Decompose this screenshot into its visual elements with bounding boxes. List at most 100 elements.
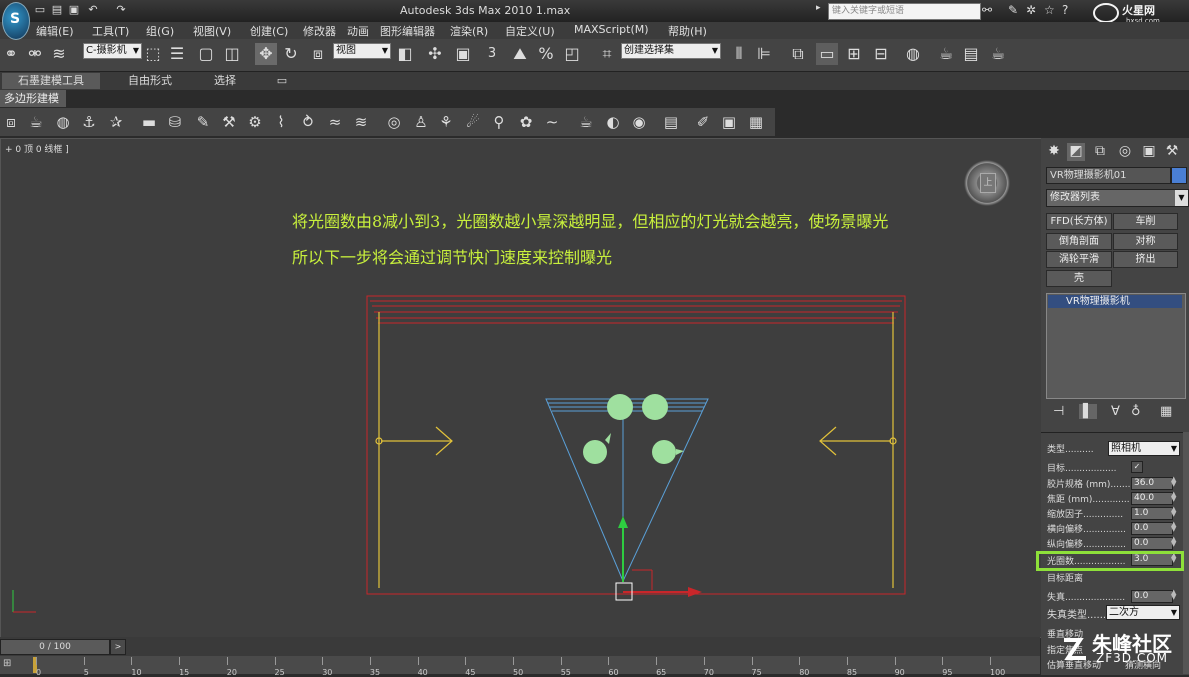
select-by-name-icon[interactable]: ☰	[166, 43, 188, 65]
noise-tool-icon[interactable]: ⚘	[435, 111, 457, 133]
menu-edit[interactable]: 编辑(E)	[36, 23, 74, 39]
modifier-shell-button[interactable]: 壳	[1046, 270, 1112, 287]
film-gate-field[interactable]: 36.0	[1131, 477, 1173, 490]
layer-manager-icon[interactable]: ⧉	[787, 43, 809, 65]
next-frame-icon[interactable]: >	[110, 639, 126, 655]
panel-tool-icon[interactable]: ▤	[660, 111, 682, 133]
ripple-tool-icon[interactable]: ≈	[324, 111, 346, 133]
figure-tool-icon[interactable]: ♙	[410, 111, 432, 133]
rendered-frame-window-icon[interactable]: ▤	[960, 43, 982, 65]
viewcube[interactable]: 上	[964, 160, 1010, 206]
paint-tool-icon[interactable]: ✐	[692, 111, 714, 133]
info-center-search-input[interactable]: 键入关键字或短语	[828, 3, 981, 20]
wave-line-icon[interactable]: ∼	[541, 111, 563, 133]
modifier-extrude-button[interactable]: 挤出	[1113, 251, 1178, 268]
unlink-icon[interactable]: ⚮	[24, 43, 46, 65]
pin-stack-icon[interactable]: ⊣	[1053, 404, 1064, 419]
select-and-move-icon[interactable]: ✥	[255, 43, 277, 65]
make-unique-icon[interactable]: ∀	[1111, 404, 1120, 419]
distortion-spinner[interactable]: ▲ ▼	[1171, 589, 1178, 601]
schematic-view-icon[interactable]: ⊟	[870, 43, 892, 65]
named-selection-dropdown[interactable]: 创建选择集 ▼	[621, 43, 721, 59]
tab-polygon-modeling[interactable]: 多边形建模	[0, 90, 66, 107]
cylinder-tool-icon[interactable]: ⛁	[164, 111, 186, 133]
menu-views[interactable]: 视图(V)	[193, 23, 231, 39]
new-file-icon[interactable]: ▭	[33, 3, 47, 17]
film-gate-spinner[interactable]: ▲ ▼	[1171, 476, 1178, 488]
curve-editor-icon[interactable]: ⊞	[843, 43, 865, 65]
menu-maxscript[interactable]: MAXScript(M)	[574, 23, 649, 36]
favorites-icon[interactable]: ✲	[1026, 3, 1036, 17]
open-file-icon[interactable]: ▤	[50, 3, 64, 17]
binoculars-icon[interactable]: ⚯	[982, 3, 992, 17]
create-panel-icon[interactable]: ✸	[1045, 143, 1063, 161]
modifier-bevel-profile-button[interactable]: 倒角剖面	[1046, 233, 1112, 250]
graphite-toggle-icon[interactable]: ▭	[816, 43, 838, 65]
time-slider[interactable]: 0 / 100	[0, 639, 110, 655]
track-bar-menu-icon[interactable]: ⊞	[3, 658, 11, 669]
flex-tool-icon[interactable]: ⚲	[488, 111, 510, 133]
modifier-list-dropdown[interactable]: 修改器列表 ▼	[1046, 189, 1189, 207]
link-icon[interactable]: ⚭	[0, 43, 22, 65]
menu-graph-editors[interactable]: 图形编辑器	[380, 23, 435, 39]
remove-modifier-icon[interactable]: ♁	[1131, 404, 1141, 419]
object-color-swatch[interactable]	[1171, 167, 1187, 184]
material-editor-icon[interactable]: ◍	[902, 43, 924, 65]
lattice-tool-icon[interactable]: ◉	[628, 111, 650, 133]
gear-icon[interactable]: ⚙	[244, 111, 266, 133]
box-tool-icon[interactable]: ⧈	[0, 111, 22, 133]
relax-tool-icon[interactable]: ◎	[383, 111, 405, 133]
modify-panel-icon[interactable]: ◩	[1067, 143, 1085, 161]
hierarchy-panel-icon[interactable]: ⧉	[1091, 143, 1109, 161]
teapot-tool-icon[interactable]: ☕	[25, 111, 47, 133]
align-icon[interactable]: ⊫	[753, 43, 775, 65]
select-and-scale-icon[interactable]: ⧈	[307, 43, 329, 65]
tab-freeform[interactable]: 自由形式	[110, 73, 190, 89]
grid-tool-icon[interactable]: ▦	[745, 111, 767, 133]
tab-graphite-modeling[interactable]: 石墨建模工具	[2, 73, 100, 89]
menu-animation[interactable]: 动画	[347, 23, 369, 39]
shell-tool-icon[interactable]: ☕	[575, 111, 597, 133]
select-object-icon[interactable]: ⬚	[142, 43, 164, 65]
mirror-icon[interactable]: ⫴	[728, 43, 750, 65]
percent-snap-icon[interactable]: %	[535, 43, 557, 65]
focal-length-field[interactable]: 40.0	[1131, 492, 1173, 505]
sphere-tool-icon[interactable]: ◍	[52, 111, 74, 133]
selection-filter-dropdown[interactable]: C-摄影机 ▼	[83, 43, 142, 59]
bind-space-warp-icon[interactable]: ≋	[48, 43, 70, 65]
plane-tool-icon[interactable]: ▬	[138, 111, 160, 133]
bend-tool-icon[interactable]: ⌇	[270, 111, 292, 133]
configure-sets-icon[interactable]: ▦	[1160, 404, 1172, 419]
horizontal-shift-spinner[interactable]: ▲ ▼	[1171, 521, 1178, 533]
vertical-shift-spinner[interactable]: ▲ ▼	[1171, 536, 1178, 548]
brush-tool-icon[interactable]: ✎	[192, 111, 214, 133]
camera-type-dropdown[interactable]: 照相机 ▼	[1108, 441, 1180, 456]
object-name-field[interactable]: VR物理摄影机01	[1046, 167, 1171, 184]
menu-customize[interactable]: 自定义(U)	[505, 23, 555, 39]
ribbon-minimize-icon[interactable]: ▭	[272, 73, 292, 89]
menu-group[interactable]: 组(G)	[146, 23, 174, 39]
utilities-panel-icon[interactable]: ⚒	[1163, 143, 1181, 161]
select-and-manipulate-icon[interactable]: ✣	[424, 43, 446, 65]
distortion-type-dropdown[interactable]: 二次方 ▼	[1106, 605, 1180, 620]
stack-item-vray-physical-camera[interactable]: VR物理摄影机	[1048, 295, 1182, 308]
menu-create[interactable]: 创建(C)	[250, 23, 288, 39]
modifier-symmetry-button[interactable]: 对称	[1113, 233, 1178, 250]
hammer-tool-icon[interactable]: ⚒	[218, 111, 240, 133]
render-production-icon[interactable]: ☕	[987, 43, 1009, 65]
modifier-stack[interactable]	[1046, 293, 1186, 399]
help-icon[interactable]: ?	[1062, 3, 1068, 17]
image-tool-icon[interactable]: ▣	[718, 111, 740, 133]
snaps-toggle-icon[interactable]: 3	[481, 43, 503, 65]
redo-icon[interactable]: ↷	[114, 3, 128, 17]
motion-panel-icon[interactable]: ◎	[1116, 143, 1134, 161]
menu-help[interactable]: 帮助(H)	[668, 23, 707, 39]
keyboard-shortcut-override-icon[interactable]: ▣	[452, 43, 474, 65]
modifier-turbosmooth-button[interactable]: 涡轮平滑	[1046, 251, 1112, 268]
star-shape-icon[interactable]: ✰	[105, 111, 127, 133]
spinner-snap-icon[interactable]: ◰	[561, 43, 583, 65]
zoom-factor-spinner[interactable]: ▲ ▼	[1171, 506, 1178, 518]
pivot-center-icon[interactable]: ◧	[394, 43, 416, 65]
twist-tool-icon[interactable]: ⥁	[297, 111, 319, 133]
save-icon[interactable]: ▣	[67, 3, 81, 17]
